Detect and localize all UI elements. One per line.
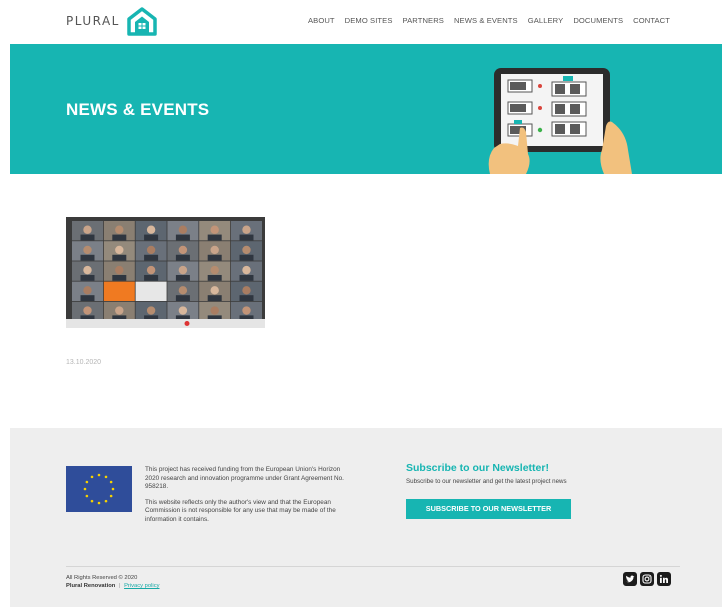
nav-demo-sites[interactable]: DEMO SITES <box>345 16 393 25</box>
subscribe-newsletter-button[interactable]: SUBSCRIBE TO OUR NEWSLETTER <box>406 499 571 519</box>
brand-name: Plural Renovation <box>66 583 116 589</box>
nav-about[interactable]: ABOUT <box>308 16 335 25</box>
newsletter-title: Subscribe to our Newsletter! <box>406 462 549 474</box>
instagram-icon[interactable] <box>640 572 654 586</box>
nav-news-events[interactable]: NEWS & EVENTS <box>454 16 518 25</box>
privacy-policy-link[interactable]: Privacy policy <box>124 583 159 589</box>
footer-separator: | <box>118 583 121 589</box>
post-thumbnail[interactable] <box>66 217 265 328</box>
logo[interactable]: PLURAL <box>66 6 158 36</box>
nav-contact[interactable]: CONTACT <box>633 16 670 25</box>
nav-partners[interactable]: PARTNERS <box>403 16 444 25</box>
house-logo-icon <box>127 7 157 36</box>
logo-text: PLURAL <box>66 14 120 28</box>
main-nav: ABOUT DEMO SITES PARTNERS NEWS & EVENTS … <box>308 16 670 25</box>
copyright-block: All Rights Reserved © 2020 Plural Renova… <box>66 574 160 590</box>
video-call-grid-image <box>66 217 265 328</box>
funding-notice: This project has received funding from t… <box>145 466 355 532</box>
funding-text: This project has received funding from t… <box>145 466 344 491</box>
linkedin-icon[interactable] <box>657 572 671 586</box>
tablet-hands-illustration <box>488 68 632 174</box>
rights-text: All Rights Reserved © 2020 <box>66 575 138 581</box>
page-banner: NEWS & EVENTS <box>10 44 722 174</box>
footer-divider <box>66 566 680 567</box>
site-footer: This project has received funding from t… <box>10 428 722 607</box>
page-title: NEWS & EVENTS <box>66 100 210 119</box>
newsletter-subtitle: Subscribe to our newsletter and get the … <box>406 478 567 485</box>
post-date: 13.10.2020 <box>66 359 102 366</box>
twitter-icon[interactable] <box>623 572 637 586</box>
social-links <box>623 572 671 586</box>
site-header: PLURAL ABOUT DEMO SITES PARTNERS NEWS & … <box>0 0 722 44</box>
nav-documents[interactable]: DOCUMENTS <box>573 16 623 25</box>
tablet-illustration <box>486 62 634 179</box>
disclaimer-text: This website reflects only the author's … <box>145 498 336 523</box>
nav-gallery[interactable]: GALLERY <box>528 16 564 25</box>
eu-flag-icon <box>66 466 132 512</box>
